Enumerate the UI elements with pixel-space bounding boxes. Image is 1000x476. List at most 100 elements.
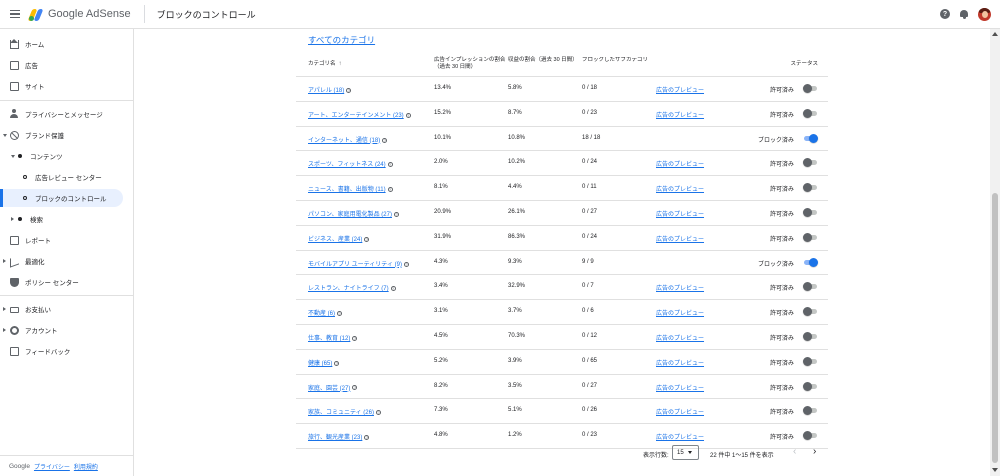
column-header-blocked-subcategories[interactable]: ブロックしたサブカテゴリ — [582, 57, 650, 64]
block-toggle[interactable] — [803, 307, 818, 317]
help-circle-icon[interactable]: ? — [390, 286, 396, 292]
column-header-category[interactable]: カテゴリ名 ↑ — [308, 61, 342, 68]
block-toggle[interactable] — [803, 84, 818, 93]
previous-page-button[interactable]: ‹ — [793, 446, 803, 458]
rows-per-page-select[interactable]: 15 — [672, 445, 699, 460]
ad-preview-link[interactable]: 広告のプレビュー — [656, 286, 704, 292]
divider — [143, 5, 145, 23]
sidebar-item-policy-center[interactable]: ポリシー センター — [0, 273, 133, 291]
ad-preview-link[interactable]: 広告のプレビュー — [656, 237, 704, 243]
page-scrollbar[interactable] — [990, 29, 1000, 476]
scroll-up-arrow-icon[interactable] — [992, 32, 998, 36]
help-circle-icon[interactable]: ? — [405, 112, 411, 118]
all-categories-link[interactable]: すべてのカテゴリ — [308, 34, 375, 46]
help-circle-icon[interactable]: ? — [382, 137, 388, 143]
ad-preview-link[interactable]: 広告のプレビュー — [656, 187, 704, 193]
sidebar-item-feedback[interactable]: フィードバック — [0, 342, 133, 360]
sidebar-item-reports[interactable]: レポート — [0, 231, 133, 249]
chevron-right-icon — [3, 307, 6, 311]
block-toggle[interactable] — [803, 356, 818, 366]
account-avatar[interactable] — [978, 7, 991, 21]
help-circle-icon[interactable]: ? — [346, 87, 352, 93]
column-header-impressions[interactable]: 広告インプレッションの割合 （過去 30 日間） — [434, 57, 506, 71]
category-link[interactable]: モバイルアプリ ユーティリティ (9) — [308, 262, 402, 268]
help-circle-icon[interactable]: ? — [403, 261, 409, 267]
sidebar-item-content[interactable]: コンテンツ — [0, 147, 133, 165]
category-link[interactable]: 健康 (65) — [308, 361, 332, 367]
sidebar-item-blocking-controls[interactable]: ブロックのコントロール — [0, 189, 123, 207]
help-circle-icon[interactable]: ? — [375, 410, 381, 416]
category-link[interactable]: スポーツ、フィットネス (24) — [308, 162, 386, 168]
column-header-revenue[interactable]: 収益の割合（過去 30 日間） — [508, 57, 578, 64]
privacy-link[interactable]: プライバシー — [34, 462, 70, 471]
block-toggle[interactable] — [803, 331, 818, 341]
sidebar-item-account[interactable]: アカウント — [0, 321, 133, 339]
category-link[interactable]: 旅行、観光産業 (23) — [308, 435, 362, 441]
sidebar-item-privacy-messaging[interactable]: プライバシーとメッセージ — [0, 105, 133, 123]
help-circle-icon[interactable]: ? — [352, 335, 358, 341]
terms-link[interactable]: 利用規約 — [74, 462, 98, 471]
ad-preview-link[interactable]: 広告のプレビュー — [656, 311, 704, 317]
block-toggle[interactable] — [803, 232, 818, 242]
block-toggle[interactable] — [803, 108, 818, 118]
category-link[interactable]: ニュース、書籍、出版物 (11) — [308, 187, 386, 193]
help-circle-icon[interactable]: ? — [364, 236, 370, 242]
ad-preview-link[interactable]: 広告のプレビュー — [656, 336, 704, 342]
sidebar-item-brand-safety[interactable]: ブランド保護 — [0, 126, 133, 144]
block-toggle[interactable] — [803, 207, 818, 217]
ad-preview-link[interactable]: 広告のプレビュー — [656, 162, 704, 168]
block-toggle[interactable] — [803, 158, 818, 168]
help-circle-icon[interactable]: ? — [387, 162, 393, 168]
ad-preview-link[interactable]: 広告のプレビュー — [656, 361, 704, 367]
category-link[interactable]: 仕事、教育 (12) — [308, 336, 350, 342]
category-cell: ビジネス、産業 (24)? — [308, 234, 370, 243]
help-circle-icon[interactable]: ? — [387, 187, 393, 193]
block-toggle[interactable] — [803, 406, 818, 416]
sidebar-item-home[interactable]: ホーム — [0, 35, 133, 53]
category-link[interactable]: ビジネス、産業 (24) — [308, 237, 362, 243]
block-toggle[interactable] — [803, 133, 818, 143]
status-label: 許可済み — [769, 435, 794, 442]
next-page-button[interactable]: › — [813, 446, 823, 458]
ad-preview-link[interactable]: 広告のプレビュー — [656, 386, 704, 392]
category-link[interactable]: パソコン、家庭用電化製品 (27) — [308, 212, 392, 218]
category-link[interactable]: レストラン、ナイトライフ (7) — [308, 286, 389, 292]
block-toggle[interactable] — [803, 431, 818, 441]
ad-preview-link[interactable]: 広告のプレビュー — [656, 212, 704, 218]
scroll-down-arrow-icon[interactable] — [992, 468, 998, 472]
block-toggle[interactable] — [803, 257, 818, 267]
scroll-thumb[interactable] — [992, 193, 998, 463]
category-link[interactable]: 家庭、園芸 (27) — [308, 386, 350, 392]
help-circle-icon[interactable]: ? — [334, 360, 340, 366]
block-toggle[interactable] — [803, 381, 818, 391]
help-icon[interactable]: ? — [940, 9, 950, 19]
status-label: 許可済み — [769, 211, 794, 218]
blocked-subcategories-cell: 0 / 6 — [582, 308, 594, 315]
help-circle-icon[interactable]: ? — [352, 385, 358, 391]
help-circle-icon[interactable]: ? — [393, 211, 399, 217]
sidebar-item-sites[interactable]: サイト — [0, 77, 133, 95]
category-link[interactable]: 家族、コミュニティ (26) — [308, 410, 374, 416]
block-toggle[interactable] — [803, 282, 818, 292]
ad-preview-link[interactable]: 広告のプレビュー — [656, 113, 704, 119]
help-circle-icon[interactable]: ? — [364, 435, 370, 441]
ad-preview-link[interactable]: 広告のプレビュー — [656, 88, 704, 94]
category-link[interactable]: アパレル (18) — [308, 88, 344, 94]
sidebar-item-optimization[interactable]: 最適化 — [0, 252, 133, 270]
notifications-icon[interactable] — [959, 9, 969, 19]
adsense-logo[interactable]: Google AdSense — [27, 8, 131, 21]
sidebar-item-search[interactable]: 検索 — [0, 210, 133, 228]
ad-preview-link[interactable]: 広告のプレビュー — [656, 410, 704, 416]
category-link[interactable]: 不動産 (6) — [308, 311, 335, 317]
category-link[interactable]: インターネット、通信 (18) — [308, 138, 380, 144]
help-circle-icon[interactable]: ? — [337, 311, 343, 317]
sidebar-item-payments[interactable]: お支払い — [0, 300, 133, 318]
blocked-subcategories-cell: 0 / 65 — [582, 357, 598, 364]
ad-preview-link[interactable]: 広告のプレビュー — [656, 435, 704, 441]
menu-icon[interactable] — [10, 10, 20, 18]
block-toggle[interactable] — [803, 183, 818, 193]
category-cell: 家庭、園芸 (27)? — [308, 383, 358, 392]
sidebar-item-ad-review-center[interactable]: 広告レビュー センター — [0, 168, 133, 186]
category-link[interactable]: アート、エンターテインメント (23) — [308, 113, 404, 119]
sidebar-item-ads[interactable]: 広告 — [0, 56, 133, 74]
